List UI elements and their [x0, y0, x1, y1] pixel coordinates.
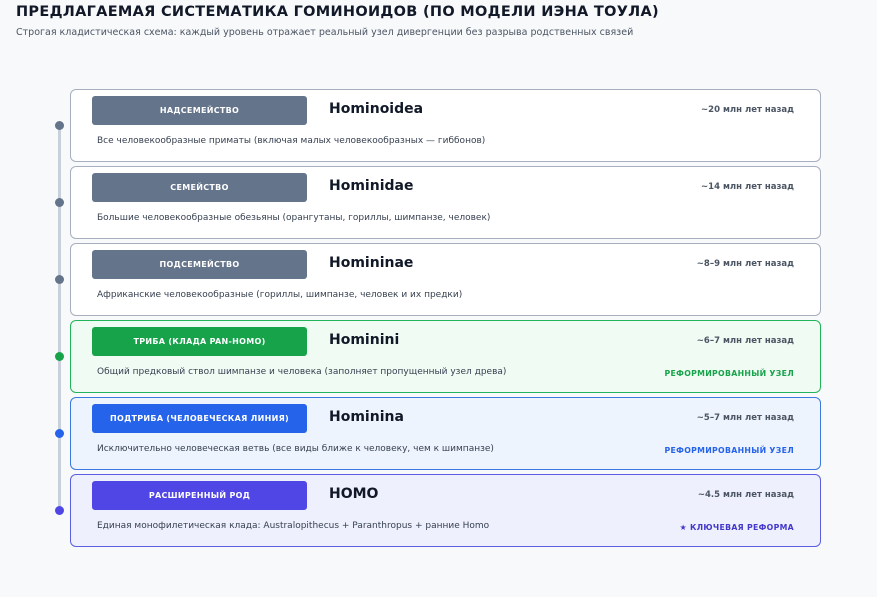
taxonomy-card: ТРИБА (КЛАДА PAN-HOMO) Hominini ~6–7 млн л…	[70, 320, 821, 393]
taxon-name: Homininae	[329, 255, 414, 271]
timeline-node	[55, 506, 64, 515]
timeline-node	[55, 198, 64, 207]
timeline-node	[55, 275, 64, 284]
reform-note: РЕФОРМИРОВАННЫЙ УЗЕЛ	[664, 446, 794, 455]
timeline-line	[58, 122, 61, 515]
reform-note: ★ КЛЮЧЕВАЯ РЕФОРМА	[679, 523, 794, 532]
divergence-age: ~8–9 млн лет назад	[696, 259, 794, 269]
rank-badge: НАДСЕМЕЙСТВО	[92, 96, 307, 125]
page-title: ПРЕДЛАГАЕМАЯ СИСТЕМАТИКА ГОМИНОИДОВ (ПО …	[16, 4, 659, 20]
rank-badge: ПОДСЕМЕЙСТВО	[92, 250, 307, 279]
rank-badge: ПОДТРИБА (ЧЕЛОВЕЧЕСКАЯ ЛИНИЯ)	[92, 404, 307, 433]
divergence-age: ~14 млн лет назад	[701, 182, 794, 192]
reform-note: РЕФОРМИРОВАННЫЙ УЗЕЛ	[664, 369, 794, 378]
divergence-age: ~5–7 млн лет назад	[696, 413, 794, 423]
taxon-description: Единая монофилетическая клада: Australop…	[97, 521, 490, 531]
taxonomy-card: РАСШИРЕННЫЙ РОД HOMO ~4.5 млн лет назад Еди…	[70, 474, 821, 547]
taxon-description: Исключительно человеческая ветвь (все ви…	[97, 444, 494, 454]
page-subtitle: Строгая кладистическая схема: каждый уро…	[16, 27, 634, 38]
divergence-age: ~4.5 млн лет назад	[697, 490, 794, 500]
taxon-name: Hominina	[329, 409, 404, 425]
taxon-description: Общий предковый ствол шимпанзе и человек…	[97, 367, 507, 377]
taxonomy-card: ПОДТРИБА (ЧЕЛОВЕЧЕСКАЯ ЛИНИЯ) Hominina ~5–…	[70, 397, 821, 470]
timeline-node	[55, 352, 64, 361]
divergence-age: ~20 млн лет назад	[701, 105, 794, 115]
taxon-name: HOMO	[329, 486, 379, 502]
taxonomy-card: НАДСЕМЕЙСТВО Hominoidea ~20 млн лет назад В…	[70, 89, 821, 162]
page: ПРЕДЛАГАЕМАЯ СИСТЕМАТИКА ГОМИНОИДОВ (ПО …	[0, 0, 877, 597]
rank-badge: СЕМЕЙСТВО	[92, 173, 307, 202]
taxon-description: Африканские человекообразные (гориллы, ш…	[97, 290, 463, 300]
taxon-name: Hominini	[329, 332, 400, 348]
taxonomy-card: СЕМЕЙСТВО Hominidae ~14 млн лет назад Больш…	[70, 166, 821, 239]
divergence-age: ~6–7 млн лет назад	[696, 336, 794, 346]
taxon-name: Hominidae	[329, 178, 414, 194]
taxon-description: Большие человекообразные обезьяны (оранг…	[97, 213, 491, 223]
rank-badge: РАСШИРЕННЫЙ РОД	[92, 481, 307, 510]
timeline-node	[55, 429, 64, 438]
taxon-description: Все человекообразные приматы (включая ма…	[97, 136, 486, 146]
timeline-node	[55, 121, 64, 130]
taxon-name: Hominoidea	[329, 101, 424, 117]
rank-badge: ТРИБА (КЛАДА PAN-HOMO)	[92, 327, 307, 356]
taxonomy-card: ПОДСЕМЕЙСТВО Homininae ~8–9 млн лет назад А…	[70, 243, 821, 316]
